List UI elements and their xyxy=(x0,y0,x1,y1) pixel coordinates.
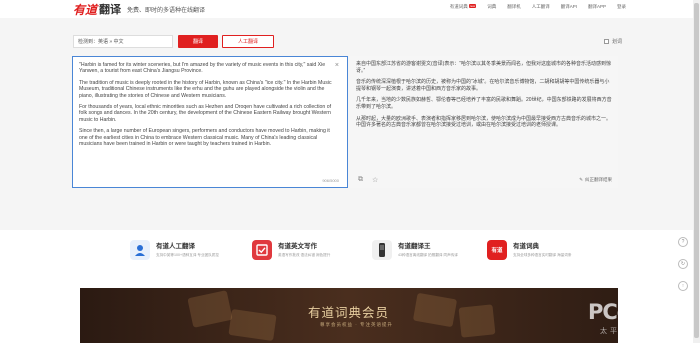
product-desc: 英语写作批改 语法纠错 润色提升 xyxy=(278,253,331,257)
feedback-icon[interactable]: ? xyxy=(678,237,688,247)
translation-footer: ⧉ ☆ ✎ 纠正翻译结果 xyxy=(350,172,618,188)
product-row: 有道人工翻译 支持中英等100+语种互译 专业团队质控 有道英文写作 英语写作批… xyxy=(0,230,700,278)
banner-card-decoration xyxy=(228,308,277,342)
word-select-label: 划词 xyxy=(612,39,623,45)
scrollbar[interactable] xyxy=(693,0,700,343)
top-header: 有道 翻译 免费、即时的多语种在线翻译 有道词典 new 词典 翻译机 人工翻译 … xyxy=(0,0,700,18)
banner-card-decoration xyxy=(187,290,233,328)
new-badge: new xyxy=(468,4,477,8)
product-writing[interactable]: 有道英文写作 英语写作批改 语法纠错 润色提升 xyxy=(252,240,342,260)
correct-translation-label: 纠正翻译结果 xyxy=(585,177,612,182)
nav-dict-app-label: 有道词典 xyxy=(449,4,468,9)
nav-translator-device[interactable]: 翻译机 xyxy=(507,4,521,10)
source-paragraph: Since then, a large number of European s… xyxy=(79,128,330,148)
word-select-checkbox[interactable] xyxy=(604,39,609,44)
product-dictionary[interactable]: 有道 有道词典 支持全球多种语言实时翻译 海量词条 xyxy=(487,240,577,260)
nav-dict-app[interactable]: 有道词典 new xyxy=(450,4,477,10)
dictionary-icon-glyph: 有道 xyxy=(491,248,503,254)
source-paragraph: The tradition of music is deeply rooted … xyxy=(79,79,332,99)
logo[interactable]: 有道 翻译 xyxy=(73,1,121,18)
nav-app[interactable]: 翻译APP xyxy=(588,4,606,10)
translation-text: 来自中国东部江苏省的游客谢雯文(音译)表示：“哈尔滨以其冬季美景而闻名，但我对这… xyxy=(356,61,614,134)
product-desc: 支持中英等100+语种互译 专业团队质控 xyxy=(156,253,219,257)
product-desc: 43种语言离线翻译 拍照翻译 同声传译 xyxy=(398,253,458,257)
back-to-top-icon[interactable]: ↑ xyxy=(678,281,688,291)
word-select-toggle[interactable]: 划词 xyxy=(604,38,622,45)
correct-translation-link[interactable]: ✎ 纠正翻译结果 xyxy=(579,177,612,183)
vip-banner[interactable]: 有道词典会员 尊享会员权益 · 专注英语提升 xyxy=(80,288,618,343)
translate-toolbar: 检测到：英语 » 中文 翻译 人工翻译 xyxy=(73,35,274,48)
product-title: 有道翻译王 xyxy=(398,243,431,250)
translate-button[interactable]: 翻译 xyxy=(178,35,218,48)
refresh-icon[interactable]: ↻ xyxy=(678,259,688,269)
clear-icon[interactable]: × xyxy=(335,62,339,69)
translation-paragraph: 几千年来，当地的少数民族如赫哲、鄂伦春等已经培养了丰富的民歌和舞蹈。20世纪，中… xyxy=(356,97,612,110)
star-icon[interactable]: ☆ xyxy=(372,176,378,184)
writing-icon xyxy=(252,240,272,260)
side-tools: ? ↻ ↑ xyxy=(673,237,693,291)
translation-paragraph: 来自中国东部江苏省的游客谢雯文(音译)表示：“哈尔滨以其冬季美景而闻名，但我对这… xyxy=(356,61,612,74)
scrollbar-thumb[interactable] xyxy=(694,3,699,338)
translation-paragraph: 音乐的传统深深植根于哈尔滨的历史，被称为中国的“冰城”。在哈尔滨音乐博物馆，二胡… xyxy=(356,79,610,92)
edit-icon: ✎ xyxy=(579,177,583,182)
translation-result-panel: 来自中国东部江苏省的游客谢雯文(音译)表示：“哈尔滨以其冬季美景而闻名，但我对这… xyxy=(350,56,618,188)
banner-subtitle: 尊享会员权益 · 专注英语提升 xyxy=(320,322,393,327)
nav-login[interactable]: 登录 xyxy=(617,4,626,10)
language-select[interactable]: 检测到：英语 » 中文 xyxy=(73,35,173,48)
product-translator-device[interactable]: 有道翻译王 43种语言离线翻译 拍照翻译 同声传译 xyxy=(372,240,462,260)
top-nav: 有道词典 new 词典 翻译机 人工翻译 翻译API 翻译APP 登录 xyxy=(450,4,626,10)
slogan: 免费、即时的多语种在线翻译 xyxy=(127,7,206,14)
char-counter: 906/5000 xyxy=(322,178,339,183)
banner-card-decoration xyxy=(412,292,458,328)
product-human-translation[interactable]: 有道人工翻译 支持中英等100+语种互译 专业团队质控 xyxy=(130,240,220,260)
nav-human-translation[interactable]: 人工翻译 xyxy=(532,4,550,10)
product-title: 有道词典 xyxy=(513,243,539,250)
product-desc: 支持全球多种语言实时翻译 海量词条 xyxy=(513,253,572,257)
nav-dict[interactable]: 词典 xyxy=(487,4,496,10)
nav-api[interactable]: 翻译API xyxy=(561,4,577,10)
product-title: 有道英文写作 xyxy=(278,243,317,250)
source-paragraph: "Harbin is famed for its winter scenerie… xyxy=(79,62,326,75)
logo-youdao: 有道 xyxy=(73,2,98,17)
watermark-logo: PConline xyxy=(588,300,685,324)
source-text-input[interactable]: "Harbin is famed for its winter scenerie… xyxy=(72,56,348,188)
human-translate-button[interactable]: 人工翻译 xyxy=(222,35,274,48)
logo-fanyi: 翻译 xyxy=(99,4,122,16)
banner-title: 有道词典会员 xyxy=(308,305,390,320)
copy-icon[interactable]: ⧉ xyxy=(358,176,363,184)
banner-card-decoration xyxy=(458,304,496,338)
translator-device-icon xyxy=(372,240,392,260)
source-text[interactable]: "Harbin is famed for its winter scenerie… xyxy=(79,62,335,152)
watermark-subtitle: 太平洋电脑网 xyxy=(600,328,660,335)
translation-paragraph: 从那时起，大量的欧洲歌手、表演者和指挥家移居到哈尔滨，使哈尔滨成为中国最早接受西… xyxy=(356,115,612,129)
source-paragraph: For thousands of years, local ethnic min… xyxy=(79,104,332,123)
dictionary-icon: 有道 xyxy=(487,240,507,260)
product-title: 有道人工翻译 xyxy=(156,243,195,250)
human-translation-icon xyxy=(130,240,150,260)
